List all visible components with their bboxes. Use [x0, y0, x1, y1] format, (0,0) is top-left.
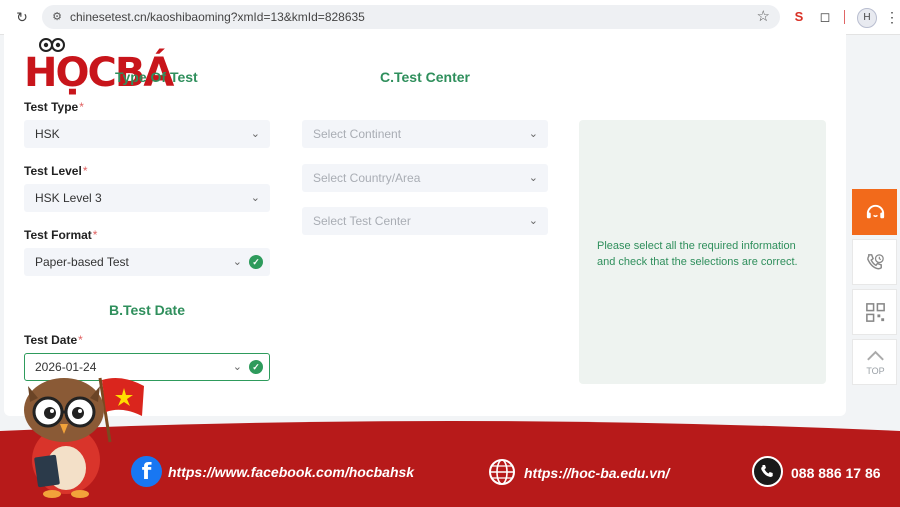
continent-placeholder: Select Continent [313, 127, 402, 141]
chevron-down-icon: ⌄ [250, 192, 260, 204]
customer-service-button[interactable] [852, 189, 897, 235]
phone-support-button[interactable] [852, 239, 897, 285]
chevron-down-icon: ⌄ [528, 215, 538, 227]
test-level-select[interactable]: HSK Level 3 ⌄ [24, 184, 270, 212]
chevron-down-icon: ⌄ [250, 128, 260, 140]
test-type-select[interactable]: HSK ⌄ [24, 120, 270, 148]
qr-code-button[interactable] [852, 289, 897, 335]
test-center-select[interactable]: Select Test Center ⌄ [302, 207, 548, 235]
phone-icon [752, 456, 783, 487]
back-to-top-button[interactable]: TOP [852, 339, 897, 385]
chevron-up-icon [867, 350, 884, 361]
reload-icon[interactable]: ↻ [14, 9, 30, 25]
back-to-top-label: TOP [866, 366, 885, 376]
globe-icon [489, 459, 515, 485]
test-center-info-panel: Please select all the required informati… [579, 120, 826, 384]
extension-s-icon[interactable]: S [790, 8, 808, 26]
country-select[interactable]: Select Country/Area ⌄ [302, 164, 548, 192]
continent-select[interactable]: Select Continent ⌄ [302, 120, 548, 148]
facebook-link[interactable]: https://www.facebook.com/hocbahsk [168, 464, 414, 480]
website-link[interactable]: https://hoc-ba.edu.vn/ [524, 465, 669, 481]
test-level-label: Test Level* [24, 164, 88, 178]
test-type-label: Test Type* [24, 100, 84, 114]
test-format-select[interactable]: Paper-based Test ⌄ ✓ [24, 248, 270, 276]
profile-avatar[interactable]: H [857, 8, 877, 28]
check-circle-icon: ✓ [249, 255, 263, 269]
owl-mascot-illustration [24, 377, 144, 498]
phone-number[interactable]: 088 886 17 86 [791, 465, 881, 481]
chevron-down-icon: ⌄ [232, 361, 242, 373]
address-bar[interactable]: ⚙ chinesetest.cn/kaoshibaoming?xmId=13&k… [42, 5, 780, 29]
url-text[interactable]: chinesetest.cn/kaoshibaoming?xmId=13&kmI… [70, 5, 365, 29]
extensions-puzzle-icon[interactable]: ◻ [816, 8, 834, 26]
test-format-value: Paper-based Test [35, 255, 129, 269]
phone-clock-icon [867, 254, 884, 270]
toolbar-separator [844, 10, 845, 24]
chevron-down-icon: ⌄ [232, 256, 242, 268]
test-type-value: HSK [35, 127, 60, 141]
section-a-title: Type Of Test [115, 69, 198, 85]
chevron-down-icon: ⌄ [528, 128, 538, 140]
browser-toolbar: ↻ ⚙ chinesetest.cn/kaoshibaoming?xmId=13… [0, 0, 900, 35]
chevron-down-icon: ⌄ [528, 172, 538, 184]
check-circle-icon: ✓ [249, 360, 263, 374]
test-level-value: HSK Level 3 [35, 191, 102, 205]
site-settings-icon[interactable]: ⚙ [50, 10, 64, 24]
section-b-title: B.Test Date [109, 302, 185, 318]
headset-icon [866, 204, 885, 219]
info-message: Please select all the required informati… [597, 240, 798, 268]
bookmark-star-icon[interactable]: ☆ [757, 8, 770, 26]
test-format-label: Test Format* [24, 228, 98, 242]
test-center-placeholder: Select Test Center [313, 214, 411, 228]
country-placeholder: Select Country/Area [313, 171, 421, 185]
qr-code-icon [866, 303, 885, 322]
section-c-title: C.Test Center [380, 69, 470, 85]
test-date-label: Test Date* [24, 333, 83, 347]
browser-menu-icon[interactable]: ⋮ [885, 7, 899, 27]
